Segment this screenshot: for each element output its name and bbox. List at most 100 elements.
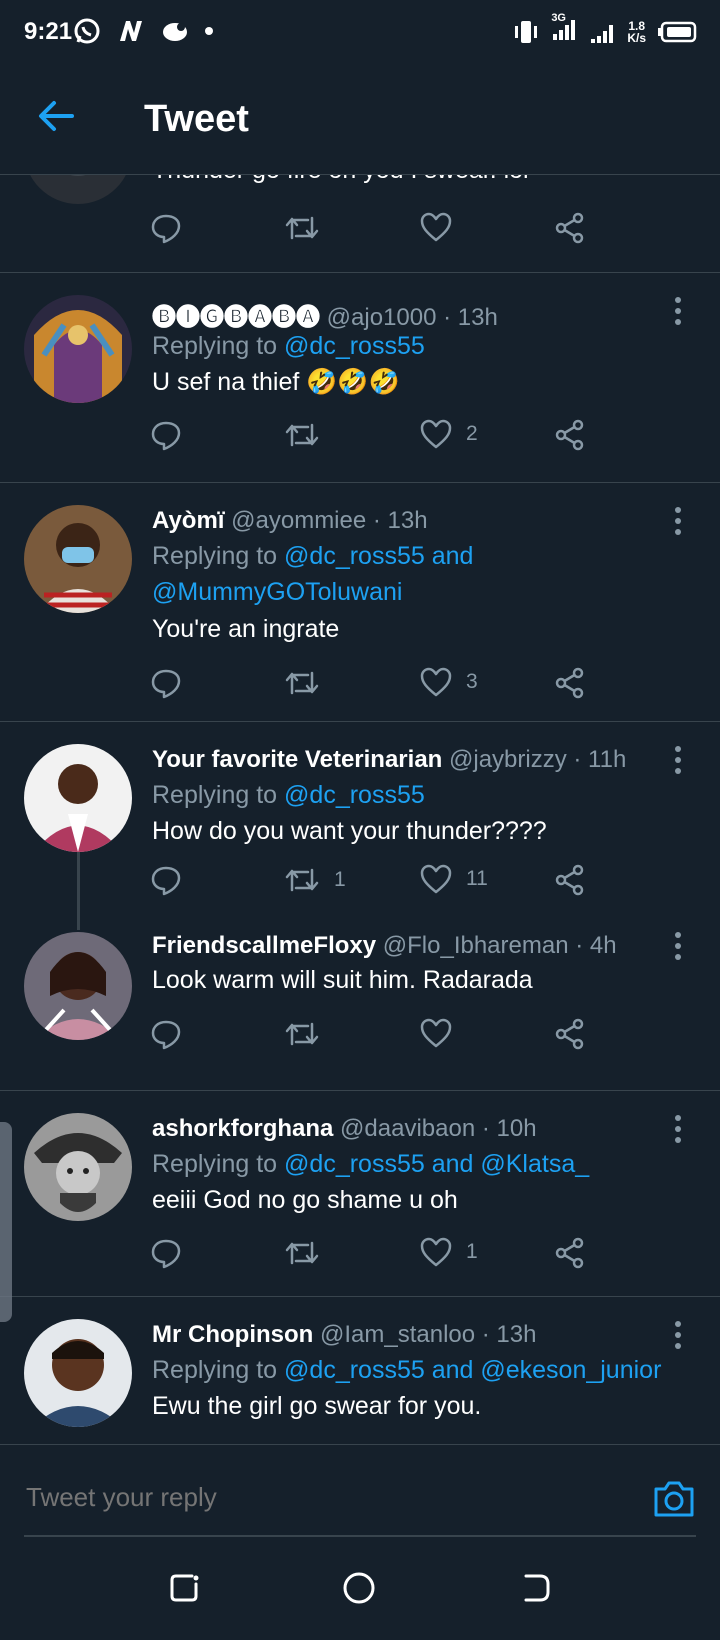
thread-connector [77, 852, 80, 930]
display-name[interactable]: FriendscallmeFloxy [152, 932, 376, 959]
like-count: 3 [466, 670, 478, 693]
heart-icon [420, 1018, 452, 1048]
avatar[interactable] [24, 1113, 132, 1221]
like-button[interactable]: 2 [420, 419, 478, 449]
reply-button[interactable] [150, 212, 182, 244]
recents-icon[interactable] [166, 1570, 202, 1606]
more-options-icon[interactable] [668, 295, 688, 327]
tweet-time: · 11h [573, 746, 627, 773]
camera-icon[interactable] [652, 1479, 696, 1519]
back-arrow-icon[interactable] [36, 96, 76, 136]
retweet-icon [285, 216, 319, 240]
avatar[interactable] [24, 295, 132, 403]
display-name[interactable]: Ayòmï [152, 507, 224, 534]
user-handle: @ayommiee [231, 507, 367, 534]
share-button[interactable] [554, 864, 586, 896]
vibrate-icon [515, 20, 538, 43]
mention-link[interactable]: @dc_ross55 [284, 781, 425, 809]
more-options-icon[interactable] [668, 505, 688, 537]
tweet-time: · 13h [481, 1321, 537, 1348]
page-title: Tweet [144, 98, 249, 140]
system-navigation-bar [0, 1544, 720, 1640]
more-options-icon[interactable] [668, 930, 688, 962]
tweet-item[interactable]: Mr Chopinson @Iam_stanloo · 13h Replying… [0, 1297, 720, 1444]
tweet-header: FriendscallmeFloxy @Flo_Ibhareman · 4h [152, 932, 617, 960]
like-button[interactable] [420, 1018, 466, 1048]
display-name[interactable]: ashorkforghana [152, 1115, 333, 1142]
display-name[interactable]: 🅑🅘🅖🅑🅐🅑🅐 [152, 304, 320, 331]
retweet-button[interactable] [284, 212, 320, 244]
like-button[interactable]: 3 [420, 667, 478, 697]
display-name[interactable]: Your favorite Veterinarian [152, 746, 442, 773]
user-handle: @Flo_Ibhareman [382, 932, 569, 959]
top-app-bar: Tweet [0, 62, 720, 175]
back-icon[interactable] [518, 1570, 554, 1606]
tweet-text: How do you want your thunder???? [152, 817, 547, 845]
like-button[interactable] [420, 212, 452, 242]
reply-icon [151, 1239, 181, 1269]
tweet-actions [150, 212, 630, 252]
avatar[interactable] [24, 505, 132, 613]
display-name[interactable]: Mr Chopinson [152, 1321, 313, 1348]
retweet-count: 1 [334, 868, 346, 891]
tweet-item[interactable]: Your favorite Veterinarian @jaybrizzy · … [0, 722, 720, 930]
replying-to: Replying to @dc_ross55 [152, 328, 425, 364]
avatar[interactable] [24, 174, 132, 204]
more-options-icon[interactable] [668, 1113, 688, 1145]
mention-link[interactable]: @dc_ross55 and @Klatsa_ [284, 1150, 589, 1178]
mention-link[interactable]: @dc_ross55 and @ekeson_junior [284, 1356, 661, 1384]
avatar[interactable] [24, 1319, 132, 1427]
mention-link[interactable]: @dc_ross55 and [284, 542, 473, 570]
tweet-text: Thunder go fire on you I swear. lol [152, 174, 529, 185]
reply-input[interactable] [24, 1481, 588, 1514]
like-button[interactable]: 1 [420, 1237, 478, 1267]
share-button[interactable] [554, 1018, 586, 1050]
tweet-item[interactable]: 🅑🅘🅖🅑🅐🅑🅐 @ajo1000 · 13h Replying to @dc_r… [0, 273, 720, 473]
retweet-button[interactable] [284, 667, 334, 699]
share-button[interactable] [554, 419, 586, 451]
home-icon[interactable] [341, 1570, 377, 1606]
tweet-time: · 10h [481, 1115, 537, 1142]
like-count: 2 [466, 422, 478, 445]
replying-prefix: Replying to [152, 781, 278, 809]
retweet-button[interactable] [284, 419, 334, 451]
tweet-actions: 1 11 [150, 864, 630, 904]
share-button[interactable] [554, 667, 586, 699]
replying-prefix: Replying to [152, 1150, 278, 1178]
reply-button[interactable] [150, 864, 182, 896]
tweet-item[interactable]: FriendscallmeFloxy @Flo_Ibhareman · 4h L… [0, 922, 720, 1092]
user-handle: @Iam_stanloo [319, 1321, 476, 1348]
share-button[interactable] [554, 212, 586, 244]
retweet-button[interactable] [284, 1018, 334, 1050]
speed-value: 1.8 [628, 18, 645, 33]
reply-button[interactable] [150, 667, 182, 699]
replying-prefix: Replying to [152, 1356, 278, 1384]
tweet-header: 🅑🅘🅖🅑🅐🅑🅐 @ajo1000 · 13h [152, 297, 498, 332]
tweet-item[interactable]: Ayòmï @ayommiee · 13h Replying to @dc_ro… [0, 483, 720, 713]
replying-to: Replying to @dc_ross55 and @MummyGOToluw… [152, 538, 473, 610]
more-options-icon[interactable] [668, 1319, 688, 1351]
mention-link[interactable]: @dc_ross55 [284, 332, 425, 360]
heart-icon [420, 667, 452, 697]
retweet-button[interactable]: 1 [284, 864, 346, 896]
mention-link[interactable]: @MummyGOToluwani [152, 578, 402, 606]
tweet-item[interactable]: ashorkforghana @daavibaon · 10h Replying… [0, 1091, 720, 1291]
more-options-icon[interactable] [668, 744, 688, 776]
scroll-handle[interactable] [0, 1122, 12, 1322]
like-button[interactable]: 11 [420, 864, 488, 894]
signal-2-icon [591, 24, 614, 43]
heart-icon [420, 1237, 452, 1267]
tweet-feed[interactable]: Thunder go fire on you I swear. lol 🅑🅘🅖🅑… [0, 174, 720, 1444]
replying-to: Replying to @dc_ross55 [152, 777, 425, 813]
heart-icon [420, 419, 452, 449]
share-icon [555, 864, 584, 896]
reply-button[interactable] [150, 419, 182, 451]
avatar[interactable] [24, 744, 132, 852]
avatar[interactable] [24, 932, 132, 1040]
share-button[interactable] [554, 1237, 586, 1269]
retweet-button[interactable] [284, 1237, 334, 1269]
tweet-actions: 2 [150, 419, 630, 459]
reply-button[interactable] [150, 1018, 182, 1050]
reply-button[interactable] [150, 1237, 182, 1269]
tweet-text: You're an ingrate [152, 615, 340, 643]
